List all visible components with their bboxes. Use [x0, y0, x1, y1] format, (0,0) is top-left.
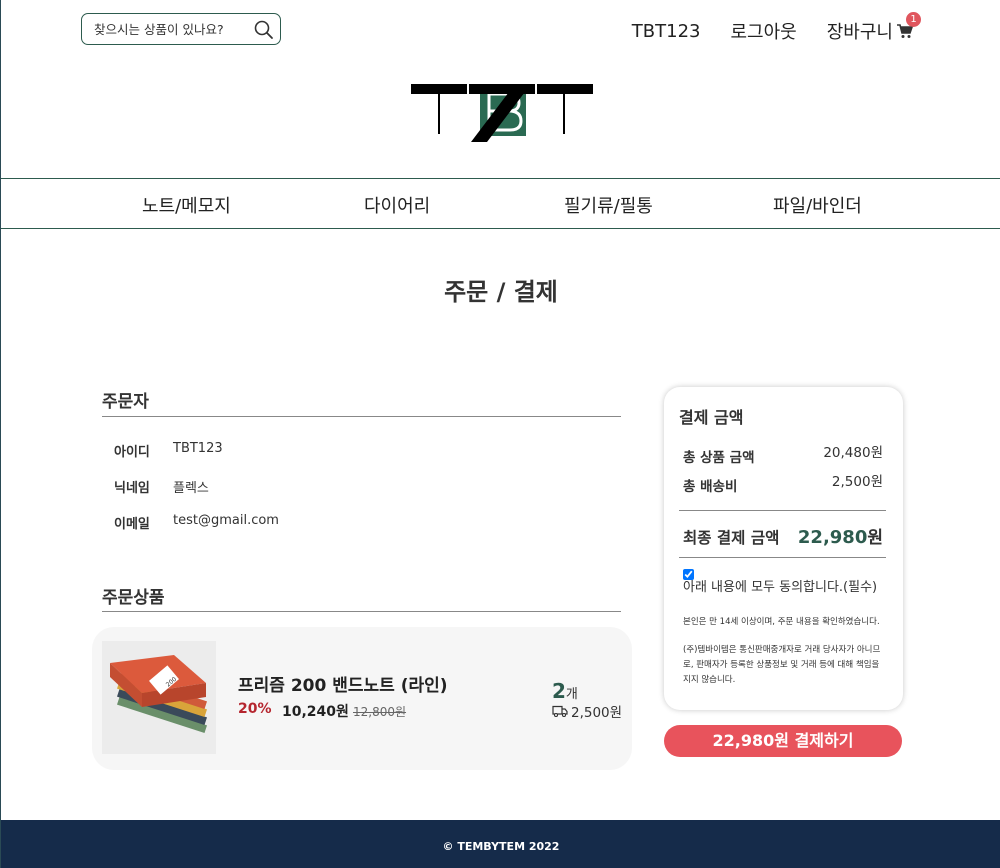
divider — [679, 557, 886, 558]
nav-item-notes[interactable]: 노트/메모지 — [142, 192, 231, 218]
nav-item-diary[interactable]: 다이어리 — [364, 192, 430, 218]
copyright: © TEMBYTEM 2022 — [442, 840, 560, 853]
id-label: 아이디 — [114, 445, 150, 460]
final-amount-label: 최종 결제 금액 — [683, 529, 780, 547]
final-amount-value: 22,980 — [797, 527, 868, 548]
agree-checkbox[interactable] — [683, 569, 694, 580]
pay-button[interactable]: 22,980원 결제하기 — [664, 725, 902, 757]
subtotal-value: 20,480원 — [823, 445, 883, 461]
notice-liability: (주)템바이템은 통신판매중개자로 거래 당사자가 아니므로, 판매자가 등록한… — [683, 645, 881, 685]
shipping-fee-value: 2,500원 — [571, 705, 623, 721]
tbt-logo-icon[interactable] — [411, 84, 593, 142]
product-thumbnail[interactable]: 200 — [102, 641, 216, 754]
original-price: 12,800원 — [353, 705, 407, 719]
quantity-unit: 개 — [565, 687, 578, 702]
search-input[interactable] — [94, 21, 244, 37]
cart-label: 장바구니 — [826, 22, 893, 43]
category-nav: 노트/메모지 다이어리 필기류/필통 파일/바인더 — [1, 178, 1000, 229]
final-amount: 22,980원 — [798, 523, 883, 548]
cart-count-badge: 1 — [906, 12, 921, 27]
products-section-title: 주문상품 — [102, 588, 165, 608]
nickname-value: 플렉스 — [173, 481, 209, 496]
nickname-label: 닉네임 — [114, 481, 150, 496]
page-title: 주문 / 결제 — [444, 278, 558, 306]
divider — [102, 611, 621, 612]
user-id-link[interactable]: TBT123 — [632, 21, 701, 42]
notice-age: 본인은 만 14세 이상이며, 주문 내용을 확인하였습니다. — [683, 617, 880, 627]
cart-link[interactable]: 장바구니 1 — [826, 12, 921, 44]
divider — [102, 416, 621, 417]
quantity: 2개 — [552, 679, 578, 703]
top-links: TBT123 로그아웃 장바구니 1 — [632, 12, 921, 44]
shipping-value: 2,500원 — [831, 474, 883, 490]
subtotal-label: 총 상품 금액 — [683, 450, 755, 466]
search-box[interactable] — [81, 13, 281, 45]
truck-icon — [552, 705, 568, 717]
final-amount-unit: 원 — [867, 528, 883, 548]
agree-text[interactable]: 아래 내용에 모두 동의합니다.(필수) — [683, 580, 883, 595]
nav-item-writing[interactable]: 필기류/필통 — [564, 192, 653, 218]
logout-link[interactable]: 로그아웃 — [731, 18, 797, 44]
product-name[interactable]: 프리즘 200 밴드노트 (라인) — [238, 671, 448, 696]
email-value: test@gmail.com — [173, 513, 279, 528]
sale-price: 10,240원 — [282, 704, 349, 720]
payment-title: 결제 금액 — [679, 408, 744, 427]
id-value: TBT123 — [173, 441, 223, 456]
footer: © TEMBYTEM 2022 — [1, 820, 1000, 868]
discount-rate: 20% — [238, 701, 272, 717]
shipping-fee: 2,500원 — [552, 701, 622, 721]
payment-summary: 결제 금액 총 상품 금액 20,480원 총 배송비 2,500원 최종 결제… — [664, 387, 903, 710]
nav-item-files[interactable]: 파일/바인더 — [773, 192, 862, 218]
shipping-label: 총 배송비 — [683, 479, 738, 495]
email-label: 이메일 — [114, 517, 150, 532]
divider — [679, 510, 886, 511]
product-card: 200 프리즘 200 밴드노트 (라인) 20% 10,240원 12,800… — [92, 627, 632, 770]
quantity-value: 2 — [552, 679, 566, 703]
search-icon[interactable] — [253, 19, 275, 41]
orderer-section-title: 주문자 — [102, 392, 149, 412]
